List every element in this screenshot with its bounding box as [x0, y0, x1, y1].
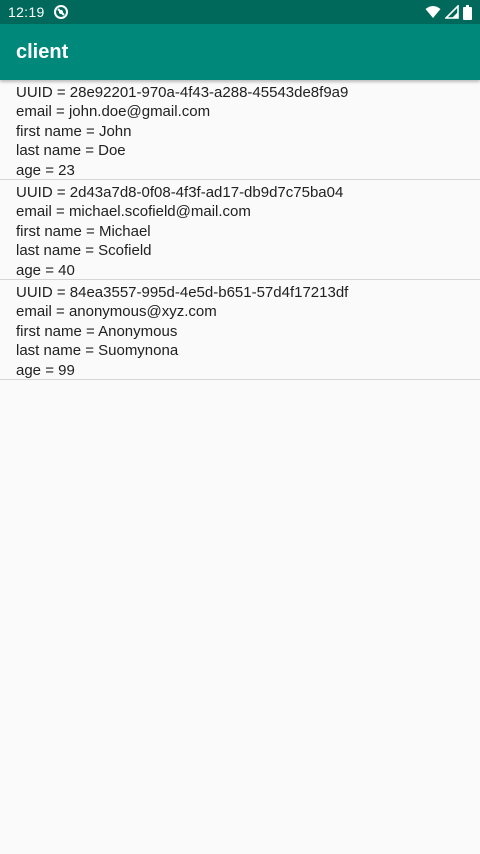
- app-title: client: [16, 40, 69, 63]
- status-right: [425, 4, 472, 20]
- client-last-name: last name = Suomynona: [16, 342, 179, 360]
- status-left: 12:19: [8, 4, 69, 20]
- client-age: age = 40: [16, 261, 75, 279]
- status-bar: 12:19: [0, 0, 480, 24]
- client-list[interactable]: UUID = 28e92201-970a-4f43-a288-45543de8f…: [0, 80, 480, 380]
- client-last-name: last name = Doe: [16, 142, 126, 160]
- wifi-icon: [425, 5, 441, 19]
- client-age: age = 99: [16, 361, 75, 379]
- client-first-name: first name = Anonymous: [16, 322, 178, 340]
- client-email: email = john.doe@gmail.com: [16, 103, 211, 121]
- client-age: age = 23: [16, 161, 75, 179]
- client-uuid: UUID = 28e92201-970a-4f43-a288-45543de8f…: [16, 84, 349, 101]
- client-uuid: UUID = 2d43a7d8-0f08-4f3f-ad17-db9d7c75b…: [16, 184, 344, 201]
- client-first-name: first name = Michael: [16, 222, 151, 240]
- client-list-item[interactable]: UUID = 2d43a7d8-0f08-4f3f-ad17-db9d7c75b…: [0, 180, 480, 280]
- client-list-item[interactable]: UUID = 84ea3557-995d-4e5d-b651-57d4f1721…: [0, 280, 480, 380]
- client-first-name: first name = John: [16, 122, 132, 140]
- client-last-name: last name = Scofield: [16, 242, 152, 260]
- app-bar: client: [0, 24, 480, 80]
- client-email: email = michael.scofield@mail.com: [16, 203, 251, 221]
- signal-icon: [445, 5, 459, 19]
- sync-icon: [53, 4, 69, 20]
- battery-icon: [463, 4, 472, 20]
- client-list-item[interactable]: UUID = 28e92201-970a-4f43-a288-45543de8f…: [0, 80, 480, 180]
- status-time: 12:19: [8, 4, 45, 20]
- client-uuid: UUID = 84ea3557-995d-4e5d-b651-57d4f1721…: [16, 284, 349, 301]
- client-email: email = anonymous@xyz.com: [16, 303, 217, 321]
